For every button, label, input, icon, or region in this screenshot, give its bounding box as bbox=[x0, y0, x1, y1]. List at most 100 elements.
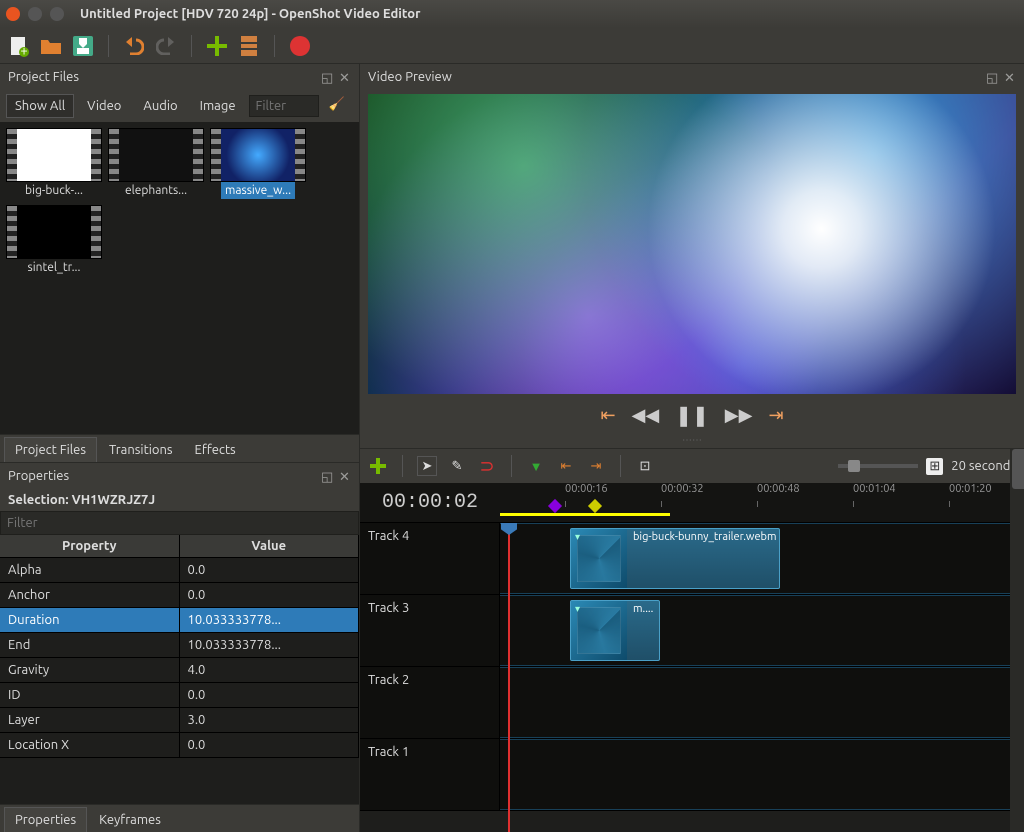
detach-icon[interactable]: ◱ bbox=[986, 71, 998, 83]
snap-button[interactable]: ⊃ bbox=[477, 456, 497, 476]
window-title: Untitled Project [HDV 720 24p] - OpenSho… bbox=[80, 7, 420, 21]
fast-forward-button[interactable]: ▶▶ bbox=[725, 405, 753, 426]
property-value[interactable]: 10.033333778... bbox=[180, 633, 360, 657]
filter-tab-show-all[interactable]: Show All bbox=[6, 94, 74, 118]
tab-effects[interactable]: Effects bbox=[185, 438, 246, 462]
file-thumbnail[interactable]: elephants... bbox=[108, 128, 204, 199]
filter-tab-video[interactable]: Video bbox=[78, 94, 130, 118]
splitter-handle[interactable]: ⋯⋯ bbox=[360, 432, 1024, 448]
next-marker-button[interactable]: ⇥ bbox=[586, 456, 606, 476]
timeline-clip[interactable]: ▾ big-buck-bunny_trailer.webm bbox=[570, 528, 780, 589]
clear-filter-icon[interactable]: 🧹 bbox=[329, 97, 347, 115]
timeline-ruler[interactable]: 00:00:02 00:00:1600:00:3200:00:4800:01:0… bbox=[360, 483, 1024, 523]
marker-icon[interactable] bbox=[588, 499, 602, 513]
file-thumbnail[interactable]: big-buck-... bbox=[6, 128, 102, 199]
detach-icon[interactable]: ◱ bbox=[321, 71, 333, 83]
property-value[interactable]: 0.0 bbox=[180, 683, 360, 707]
video-preview-title: Video Preview bbox=[368, 70, 452, 84]
add-track-button[interactable] bbox=[368, 456, 388, 476]
video-preview-canvas[interactable] bbox=[368, 94, 1016, 394]
property-value[interactable]: 0.0 bbox=[180, 733, 360, 757]
property-row[interactable]: Alpha0.0 bbox=[0, 558, 359, 583]
timeline-track[interactable]: Track 2 bbox=[360, 667, 1024, 739]
jump-start-button[interactable]: ⇤ bbox=[600, 405, 615, 426]
zoom-slider[interactable] bbox=[838, 464, 918, 468]
new-project-button[interactable]: + bbox=[8, 35, 30, 57]
property-value[interactable]: 4.0 bbox=[180, 658, 360, 682]
timeline-track[interactable]: Track 3 ▾m.... bbox=[360, 595, 1024, 667]
track-label[interactable]: Track 1 bbox=[360, 739, 500, 810]
import-files-button[interactable] bbox=[206, 35, 228, 57]
project-files-area[interactable]: big-buck-... elephants... massive_w...sint… bbox=[0, 122, 359, 434]
property-row[interactable]: Anchor0.0 bbox=[0, 583, 359, 608]
clip-label: big-buck-bunny_trailer.webm bbox=[629, 529, 779, 545]
property-row[interactable]: End10.033333778... bbox=[0, 633, 359, 658]
prev-marker-button[interactable]: ⇤ bbox=[556, 456, 576, 476]
filter-tab-audio[interactable]: Audio bbox=[134, 94, 186, 118]
property-row[interactable]: Gravity4.0 bbox=[0, 658, 359, 683]
detach-icon[interactable]: ◱ bbox=[321, 470, 333, 482]
filter-tab-image[interactable]: Image bbox=[191, 94, 245, 118]
clip-menu-icon[interactable]: ▾ bbox=[575, 603, 580, 615]
project-files-filterbar: Show All Video Audio Image 🧹 bbox=[0, 90, 359, 122]
tab-properties[interactable]: Properties bbox=[4, 807, 87, 832]
properties-filter-input[interactable] bbox=[0, 511, 359, 535]
file-thumbnail[interactable]: massive_w... bbox=[210, 128, 306, 199]
window-maximize-button[interactable] bbox=[50, 7, 64, 21]
zoom-label: 20 seconds bbox=[951, 459, 1016, 473]
property-row[interactable]: ID0.0 bbox=[0, 683, 359, 708]
properties-table[interactable]: Property Value Alpha0.0Anchor0.0Duration… bbox=[0, 535, 359, 804]
playhead[interactable] bbox=[508, 523, 510, 832]
clip-menu-icon[interactable]: ▾ bbox=[575, 531, 580, 543]
close-icon[interactable]: ✕ bbox=[339, 71, 351, 83]
zoom-readout-icon: ⊞ bbox=[926, 458, 943, 475]
tab-transitions[interactable]: Transitions bbox=[99, 438, 183, 462]
window-close-button[interactable] bbox=[6, 7, 20, 21]
col-property[interactable]: Property bbox=[0, 535, 180, 557]
tab-project-files[interactable]: Project Files bbox=[4, 437, 97, 462]
selection-label: Selection: VH1WZRJZ7J bbox=[0, 489, 359, 511]
filter-input[interactable] bbox=[249, 95, 319, 117]
file-thumbnail[interactable]: sintel_tr... bbox=[6, 205, 102, 276]
razor-tool-button[interactable]: ✎ bbox=[447, 456, 467, 476]
close-icon[interactable]: ✕ bbox=[339, 470, 351, 482]
track-label[interactable]: Track 4 bbox=[360, 523, 500, 594]
window-minimize-button[interactable] bbox=[28, 7, 42, 21]
col-value[interactable]: Value bbox=[180, 535, 360, 557]
property-value[interactable]: 0.0 bbox=[180, 558, 360, 582]
timeline-clip[interactable]: ▾m.... bbox=[570, 600, 660, 661]
track-label[interactable]: Track 2 bbox=[360, 667, 500, 738]
timeline-tracks[interactable]: Track 4▾big-buck-bunny_trailer.webmTrack… bbox=[360, 523, 1024, 832]
timeline-track[interactable]: Track 4 ▾ big-buck-bunny_trailer.webm bbox=[360, 523, 1024, 595]
property-value[interactable]: 3.0 bbox=[180, 708, 360, 732]
center-playhead-button[interactable]: ⊡ bbox=[635, 456, 655, 476]
save-project-button[interactable] bbox=[72, 35, 94, 57]
redo-button[interactable] bbox=[155, 35, 177, 57]
track-lane[interactable]: ▾ big-buck-bunny_trailer.webm bbox=[500, 523, 1024, 594]
property-row[interactable]: Location X0.0 bbox=[0, 733, 359, 758]
marker-icon[interactable] bbox=[548, 499, 562, 513]
add-marker-button[interactable]: ▼ bbox=[526, 456, 546, 476]
profile-button[interactable] bbox=[238, 35, 260, 57]
track-lane[interactable] bbox=[500, 667, 1024, 738]
tab-keyframes[interactable]: Keyframes bbox=[89, 808, 171, 832]
property-row[interactable]: Layer3.0 bbox=[0, 708, 359, 733]
undo-button[interactable] bbox=[123, 35, 145, 57]
track-lane[interactable]: ▾m.... bbox=[500, 595, 1024, 666]
open-project-button[interactable] bbox=[40, 35, 62, 57]
pointer-tool-button[interactable]: ➤ bbox=[417, 456, 437, 476]
export-button[interactable] bbox=[289, 35, 311, 57]
play-pause-button[interactable]: ❚❚ bbox=[675, 403, 709, 427]
rewind-button[interactable]: ◀◀ bbox=[632, 405, 660, 426]
property-value[interactable]: 10.033333778... bbox=[180, 608, 360, 632]
timeline-scrollbar[interactable] bbox=[1010, 449, 1024, 832]
close-icon[interactable]: ✕ bbox=[1004, 71, 1016, 83]
track-label[interactable]: Track 3 bbox=[360, 595, 500, 666]
track-lane[interactable] bbox=[500, 739, 1024, 810]
work-area-marker[interactable] bbox=[500, 513, 670, 516]
timeline-track[interactable]: Track 1 bbox=[360, 739, 1024, 811]
file-name: elephants... bbox=[121, 182, 191, 199]
property-value[interactable]: 0.0 bbox=[180, 583, 360, 607]
property-row[interactable]: Duration10.033333778... bbox=[0, 608, 359, 633]
jump-end-button[interactable]: ⇥ bbox=[768, 405, 783, 426]
